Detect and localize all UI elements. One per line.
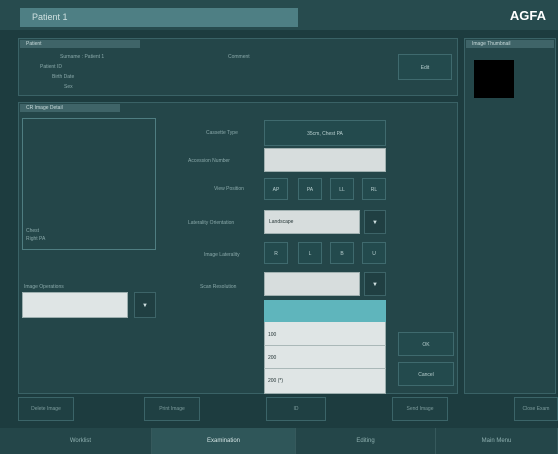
patient-panel-header: Patient: [20, 40, 140, 48]
cr-panel-header: CR Image Detail: [20, 104, 120, 112]
thumbnail-panel-header: Image Thumbnail: [466, 40, 554, 48]
tab-examination[interactable]: Examination: [152, 428, 296, 454]
view-rl-button[interactable]: RL: [362, 178, 386, 200]
scan-resolution-option-100[interactable]: 100: [264, 324, 386, 346]
patient-field-3: Sex: [64, 84, 73, 90]
laterality-l-button[interactable]: L: [298, 242, 322, 264]
close-exam-button[interactable]: Close Exam: [514, 397, 558, 421]
orientation-select[interactable]: Landscape: [264, 210, 360, 234]
laterality-r-button[interactable]: R: [264, 242, 288, 264]
preview-line-0: Chest: [26, 228, 40, 234]
accession-number-label: Accession Number: [188, 158, 230, 164]
orientation-value: Landscape: [269, 219, 294, 225]
laterality-b-button[interactable]: B: [330, 242, 354, 264]
delete-image-button[interactable]: Delete Image: [18, 397, 74, 421]
tab-editing[interactable]: Editing: [296, 428, 436, 454]
patient-field-0: Surname : Patient 1: [60, 54, 105, 60]
brand-logo: AGFA: [509, 8, 546, 23]
edit-patient-button[interactable]: Edit: [398, 54, 452, 80]
chevron-down-icon: ▼: [142, 303, 148, 309]
patient-field-1: Patient ID: [40, 64, 62, 70]
print-image-button[interactable]: Print Image: [144, 397, 200, 421]
send-image-button[interactable]: Send Image: [392, 397, 448, 421]
image-laterality-label: Image Laterality: [204, 252, 240, 258]
preview-line-1: Right PA: [26, 236, 46, 242]
chevron-down-icon: ▼: [372, 220, 378, 226]
patient-tab[interactable]: Patient 1: [20, 8, 298, 27]
scan-resolution-select[interactable]: [264, 272, 360, 296]
scan-resolution-option-200[interactable]: 200: [264, 347, 386, 369]
image-operations-label: Image Operations: [24, 284, 64, 290]
tab-worklist[interactable]: Worklist: [10, 428, 152, 454]
image-thumbnail[interactable]: [474, 60, 514, 98]
scan-resolution-label: Scan Resolution: [200, 284, 237, 290]
cassette-type-button[interactable]: 35cm, Chest PA: [264, 120, 386, 146]
scan-resolution-option-200-star[interactable]: 200 (*): [264, 370, 386, 392]
scan-resolution-dropdown-button[interactable]: ▼: [364, 272, 386, 296]
image-preview-box: [22, 118, 156, 250]
accession-number-field[interactable]: [264, 148, 386, 172]
view-ap-button[interactable]: AP: [264, 178, 288, 200]
orientation-dropdown-button[interactable]: ▼: [364, 210, 386, 234]
tab-main-menu[interactable]: Main Menu: [436, 428, 558, 454]
id-button[interactable]: ID: [266, 397, 326, 421]
laterality-u-button[interactable]: U: [362, 242, 386, 264]
chevron-down-icon: ▼: [372, 282, 378, 288]
patient-comment-label: Comment: [228, 54, 250, 60]
cancel-button[interactable]: Cancel: [398, 362, 454, 386]
image-operations-dropdown-button[interactable]: ▼: [134, 292, 156, 318]
view-position-label: View Position: [214, 186, 244, 192]
view-ll-button[interactable]: LL: [330, 178, 354, 200]
image-operations-select[interactable]: [22, 292, 128, 318]
scan-resolution-option-selected[interactable]: [264, 300, 386, 322]
patient-field-2: Birth Date: [52, 74, 75, 80]
cassette-type-label: Cassette Type: [206, 130, 238, 136]
laterality-orientation-label: Laterality Orientation: [188, 220, 235, 226]
view-pa-button[interactable]: PA: [298, 178, 322, 200]
ok-button[interactable]: OK: [398, 332, 454, 356]
